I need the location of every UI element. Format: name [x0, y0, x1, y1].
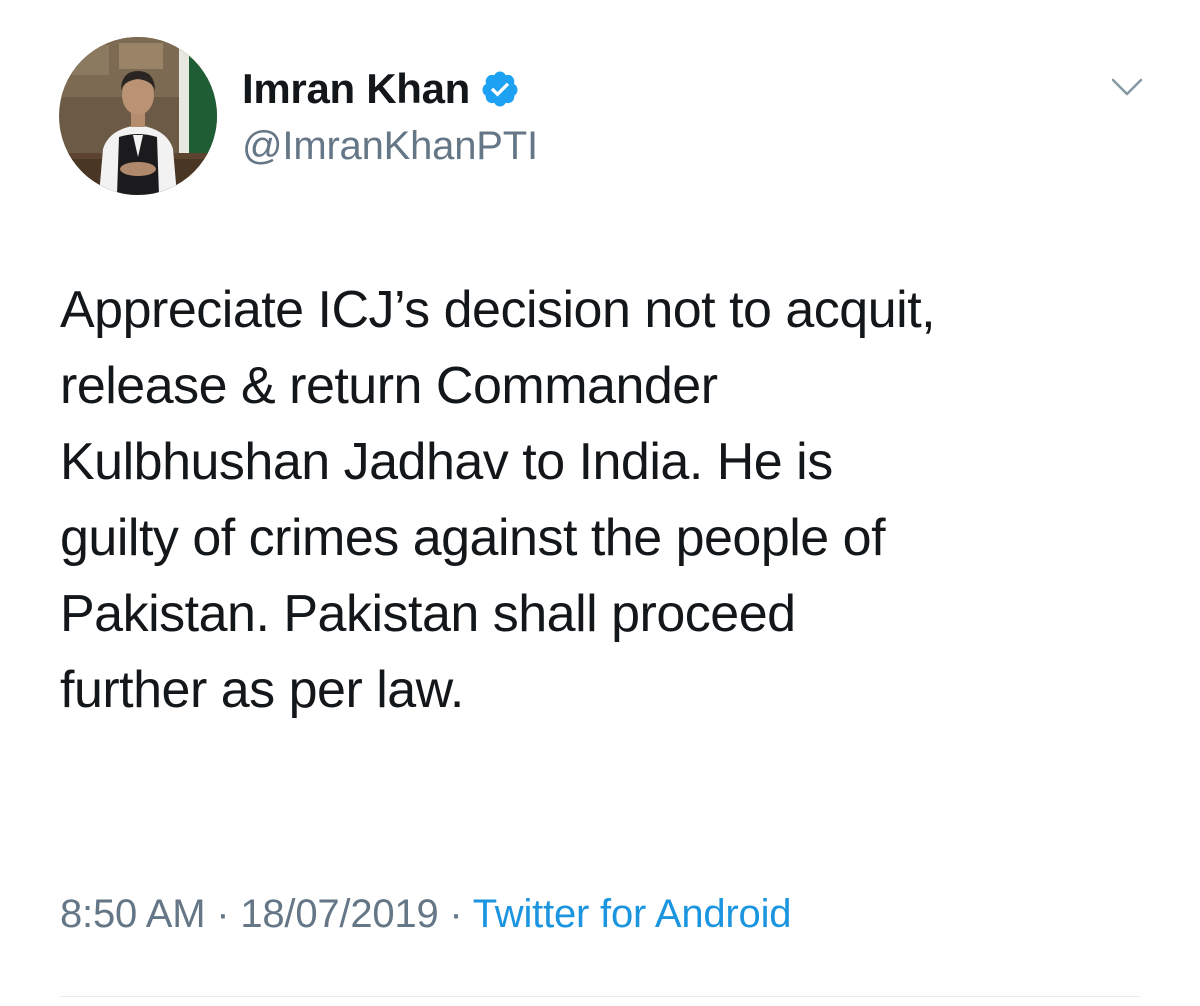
author-handle[interactable]: @ImranKhanPTI [242, 124, 538, 169]
author-name-row[interactable]: Imran Khan [242, 64, 520, 114]
tweet-time[interactable]: 8:50 AM [60, 892, 206, 936]
tweet-source-link[interactable]: Twitter for Android [473, 892, 792, 936]
tweet-date[interactable]: 18/07/2019 [240, 892, 438, 936]
avatar-image [59, 37, 217, 195]
divider [60, 996, 1140, 997]
author-display-name[interactable]: Imran Khan [242, 65, 470, 113]
meta-separator: · [205, 892, 241, 936]
tweet-metadata: 8:50 AM · 18/07/2019 · Twitter for Andro… [60, 892, 792, 937]
chevron-down-icon[interactable] [1110, 74, 1144, 100]
tweet-text-line: Appreciate ICJ’s decision not to acquit, [60, 281, 936, 339]
verified-badge-icon [482, 71, 518, 107]
author-avatar[interactable] [59, 37, 217, 195]
tweet-text-line: release & return Commander [60, 357, 718, 415]
tweet-text-line: further as per law. [60, 661, 464, 719]
tweet-card: Imran Khan @ImranKhanPTI Appreciate ICJ’… [0, 0, 1200, 1006]
tweet-text: Appreciate ICJ’s decision not to acquit,… [60, 272, 1170, 728]
tweet-text-line: Kulbhushan Jadhav to India. He is [60, 433, 833, 491]
tweet-text-line: Pakistan. Pakistan shall proceed [60, 585, 796, 643]
meta-separator: · [438, 892, 473, 936]
tweet-text-line: guilty of crimes against the people of [60, 509, 886, 567]
